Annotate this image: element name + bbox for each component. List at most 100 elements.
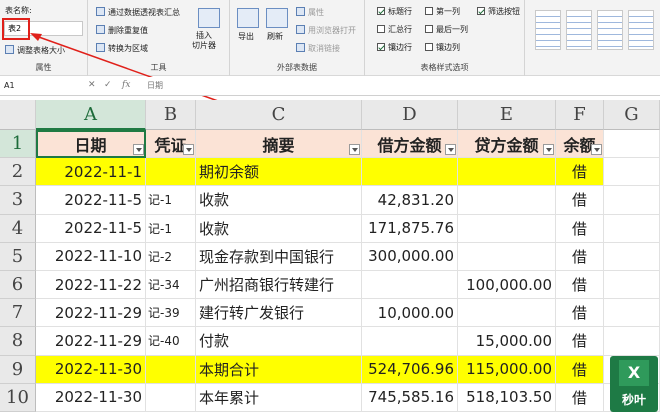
table-cell-voucher[interactable] xyxy=(146,355,196,384)
table-cell-date[interactable]: 2022-11-10 xyxy=(36,242,146,271)
filter-dropdown-icon[interactable] xyxy=(591,144,602,156)
table-cell-date[interactable]: 2022-11-29 xyxy=(36,327,146,356)
table-cell-voucher[interactable]: 记-34 xyxy=(146,271,196,300)
table-cell-debit[interactable] xyxy=(362,271,458,300)
header-text: 摘要 xyxy=(262,135,295,155)
table-header-debit[interactable]: 借方金额 xyxy=(362,130,458,159)
table-cell-voucher[interactable]: 记-40 xyxy=(146,327,196,356)
filter-dropdown-icon[interactable] xyxy=(543,144,554,156)
table-cell-debit[interactable]: 300,000.00 xyxy=(362,242,458,271)
column-header-d[interactable]: D xyxy=(362,100,458,130)
table-cell-credit[interactable] xyxy=(458,158,556,187)
column-header-c[interactable]: C xyxy=(196,100,362,130)
cell-g[interactable] xyxy=(604,158,660,187)
header-text: 借方金额 xyxy=(377,135,442,155)
table-cell-balance[interactable]: 借 xyxy=(556,383,604,412)
cell-g[interactable] xyxy=(604,299,660,328)
row-header-4[interactable]: 4 xyxy=(0,214,36,243)
table-cell-balance[interactable]: 借 xyxy=(556,158,604,187)
table-cell-debit[interactable]: 10,000.00 xyxy=(362,299,458,328)
row-header-10[interactable]: 10 xyxy=(0,383,36,412)
table-cell-debit[interactable]: 745,585.16 xyxy=(362,383,458,412)
row-header-9[interactable]: 9 xyxy=(0,355,36,384)
name-box[interactable]: A1 xyxy=(2,79,58,93)
table-cell-credit[interactable]: 518,103.50 xyxy=(458,383,556,412)
table-cell-date[interactable]: 2022-11-5 xyxy=(36,186,146,215)
table-cell-voucher[interactable] xyxy=(146,158,196,187)
fx-icon[interactable]: fx xyxy=(122,80,130,90)
row-header-5[interactable]: 5 xyxy=(0,242,36,271)
cell-g[interactable] xyxy=(604,271,660,300)
table-cell-credit[interactable] xyxy=(458,186,556,215)
table-cell-summary[interactable]: 广州招商银行转建行 xyxy=(196,271,362,300)
table-header-summary[interactable]: 摘要 xyxy=(196,130,362,159)
table-cell-credit[interactable]: 115,000.00 xyxy=(458,355,556,384)
table-cell-debit[interactable] xyxy=(362,158,458,187)
cell-g[interactable] xyxy=(604,327,660,356)
column-header-e[interactable]: E xyxy=(458,100,556,130)
table-cell-voucher[interactable] xyxy=(146,383,196,412)
table-cell-credit[interactable] xyxy=(458,214,556,243)
table-cell-summary[interactable]: 付款 xyxy=(196,327,362,356)
table-cell-date[interactable]: 2022-11-1 xyxy=(36,158,146,187)
row-header-2[interactable]: 2 xyxy=(0,158,36,187)
table-cell-credit[interactable] xyxy=(458,299,556,328)
table-cell-balance[interactable]: 借 xyxy=(556,355,604,384)
filter-dropdown-icon[interactable] xyxy=(133,144,144,156)
filter-dropdown-icon[interactable] xyxy=(445,144,456,156)
table-cell-date[interactable]: 2022-11-22 xyxy=(36,271,146,300)
table-cell-balance[interactable]: 借 xyxy=(556,214,604,243)
table-cell-debit[interactable]: 42,831.20 xyxy=(362,186,458,215)
table-cell-voucher[interactable]: 记-1 xyxy=(146,214,196,243)
header-text: 凭证 xyxy=(154,135,187,155)
table-cell-summary[interactable]: 本年累计 xyxy=(196,383,362,412)
table-cell-summary[interactable]: 建行转广发银行 xyxy=(196,299,362,328)
table-cell-credit[interactable]: 100,000.00 xyxy=(458,271,556,300)
table-cell-date[interactable]: 2022-11-5 xyxy=(36,214,146,243)
table-header-credit[interactable]: 贷方金额 xyxy=(458,130,556,159)
table-cell-voucher[interactable]: 记-39 xyxy=(146,299,196,328)
table-cell-debit[interactable]: 171,875.76 xyxy=(362,214,458,243)
table-cell-balance[interactable]: 借 xyxy=(556,271,604,300)
table-cell-credit[interactable] xyxy=(458,242,556,271)
cell-g[interactable] xyxy=(604,214,660,243)
cell-g[interactable] xyxy=(604,242,660,271)
table-cell-balance[interactable]: 借 xyxy=(556,242,604,271)
table-header-balance[interactable]: 余额 xyxy=(556,130,604,159)
column-header-f[interactable]: F xyxy=(556,100,604,130)
table-header-voucher[interactable]: 凭证 xyxy=(146,130,196,159)
column-header-a[interactable]: A xyxy=(36,100,146,130)
filter-dropdown-icon[interactable] xyxy=(183,144,194,156)
table-cell-debit[interactable]: 524,706.96 xyxy=(362,355,458,384)
cell-g[interactable] xyxy=(604,186,660,215)
column-header-g[interactable]: G xyxy=(604,100,660,130)
table-cell-debit[interactable] xyxy=(362,327,458,356)
table-cell-balance[interactable]: 借 xyxy=(556,327,604,356)
table-cell-voucher[interactable]: 记-2 xyxy=(146,242,196,271)
table-header-date[interactable]: 日期 xyxy=(36,130,146,159)
table-cell-summary[interactable]: 收款 xyxy=(196,214,362,243)
row-header-7[interactable]: 7 xyxy=(0,299,36,328)
cancel-icon[interactable]: ✕ xyxy=(88,80,96,90)
table-cell-balance[interactable]: 借 xyxy=(556,186,604,215)
table-cell-summary[interactable]: 期初余额 xyxy=(196,158,362,187)
select-all-corner[interactable] xyxy=(0,100,36,130)
table-cell-credit[interactable]: 15,000.00 xyxy=(458,327,556,356)
row-header-3[interactable]: 3 xyxy=(0,186,36,215)
cell-g1[interactable] xyxy=(604,130,660,159)
table-cell-summary[interactable]: 本期合计 xyxy=(196,355,362,384)
confirm-icon[interactable]: ✓ xyxy=(104,80,112,90)
table-cell-date[interactable]: 2022-11-30 xyxy=(36,383,146,412)
formula-input[interactable]: 日期 xyxy=(147,80,163,91)
table-cell-balance[interactable]: 借 xyxy=(556,299,604,328)
table-cell-date[interactable]: 2022-11-29 xyxy=(36,299,146,328)
table-cell-summary[interactable]: 现金存款到中国银行 xyxy=(196,242,362,271)
table-cell-summary[interactable]: 收款 xyxy=(196,186,362,215)
filter-dropdown-icon[interactable] xyxy=(349,144,360,156)
row-header-8[interactable]: 8 xyxy=(0,327,36,356)
table-cell-date[interactable]: 2022-11-30 xyxy=(36,355,146,384)
row-header-6[interactable]: 6 xyxy=(0,271,36,300)
table-cell-voucher[interactable]: 记-1 xyxy=(146,186,196,215)
row-header-1[interactable]: 1 xyxy=(0,130,36,159)
column-header-b[interactable]: B xyxy=(146,100,196,130)
